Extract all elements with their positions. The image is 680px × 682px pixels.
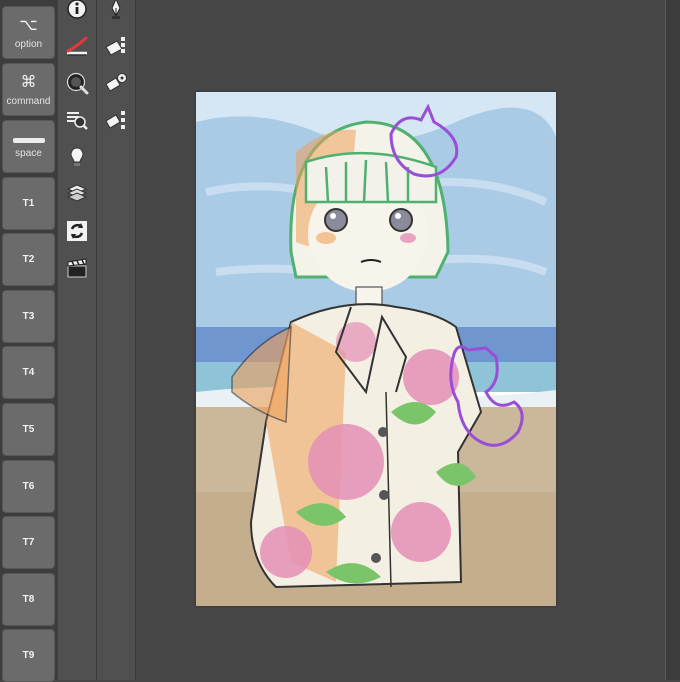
sync-icon[interactable] (64, 218, 90, 244)
tool-palette-column-2 (97, 0, 136, 680)
space-key-label: space (15, 148, 42, 159)
tool-key-t3[interactable]: T3 (2, 290, 55, 343)
tool-key-label: T7 (22, 537, 35, 548)
space-key[interactable]: space (2, 120, 55, 173)
option-icon: ⌥ (19, 16, 38, 34)
brush-size-icon[interactable] (64, 33, 90, 59)
tool-key-t7[interactable]: T7 (2, 516, 55, 569)
tool-key-label: T6 (22, 481, 35, 492)
tool-palette-column-1 (58, 0, 97, 680)
lightbulb-icon[interactable] (64, 144, 90, 170)
clapperboard-icon[interactable] (64, 255, 90, 281)
tool-key-t5[interactable]: T5 (2, 403, 55, 456)
tool-key-label: T1 (22, 198, 35, 209)
tool-key-label: T5 (22, 424, 35, 435)
command-key-label: command (6, 95, 51, 107)
auto-action-1-icon[interactable] (103, 33, 129, 59)
command-icon: ⌘ (20, 73, 37, 91)
pen-nib-icon[interactable] (103, 0, 129, 22)
auto-action-2-icon[interactable] (103, 70, 129, 96)
info-icon[interactable] (64, 0, 90, 22)
tool-key-t2[interactable]: T2 (2, 233, 55, 286)
option-key[interactable]: ⌥ option (2, 6, 55, 59)
tool-key-t4[interactable]: T4 (2, 346, 55, 399)
tool-key-t8[interactable]: T8 (2, 573, 55, 626)
search-layers-icon[interactable] (64, 107, 90, 133)
tool-key-label: T8 (22, 594, 35, 605)
tool-key-label: T2 (22, 254, 35, 265)
quick-access-icon[interactable] (64, 70, 90, 96)
tool-key-t1[interactable]: T1 (2, 177, 55, 230)
tool-key-label: T9 (22, 650, 35, 661)
artwork-illustration (196, 92, 556, 606)
tool-key-label: T3 (22, 311, 35, 322)
layers-icon[interactable] (64, 181, 90, 207)
drawing-canvas[interactable] (196, 92, 556, 606)
auto-action-3-icon[interactable] (103, 107, 129, 133)
space-bar-icon (12, 138, 45, 143)
command-key[interactable]: ⌘ command (2, 63, 55, 116)
shortcut-key-column: ⌥ option ⌘ command space T1 T2 T3 T4 T5 … (0, 0, 59, 682)
tool-key-t6[interactable]: T6 (2, 460, 55, 513)
right-panel-edge[interactable] (665, 0, 680, 680)
tool-key-t9[interactable]: T9 (2, 629, 55, 682)
option-key-label: option (14, 38, 43, 50)
tool-key-label: T4 (22, 367, 35, 378)
